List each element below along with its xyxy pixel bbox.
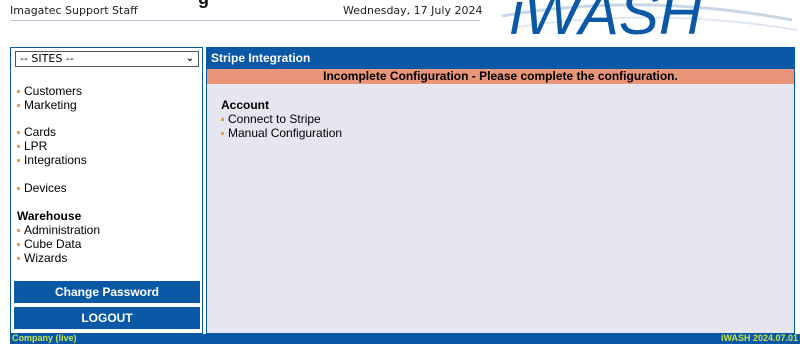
panel-title: Stripe Integration [207,48,794,69]
main-panel: Stripe Integration Incomplete Configurat… [206,47,795,334]
nav-group-warehouse: Warehouse Administration Cube Data Wizar… [17,209,100,265]
connect-to-stripe-link[interactable]: Connect to Stripe [221,112,342,126]
nav-group-customers: Customers Marketing [17,84,82,112]
bullet-icon [17,187,20,191]
logo-text: iWASH [510,0,703,40]
bullet-icon [221,132,224,136]
current-date: Wednesday, 17 July 2024 [343,4,483,17]
sidebar-item-devices[interactable]: Devices [17,181,67,195]
sites-dropdown[interactable]: -- SITES -- ⌄ [15,51,199,67]
sidebar-item-cards[interactable]: Cards [17,125,87,139]
bullet-icon [17,90,20,94]
bullet-icon [17,229,20,233]
change-password-button[interactable]: Change Password [14,281,200,303]
bullet-icon [221,118,224,122]
nav-group-cards: Cards LPR Integrations [17,125,87,167]
nav-group-devices: Devices [17,181,67,195]
sites-dropdown-value: -- SITES -- [20,52,74,65]
logout-button[interactable]: LOGOUT [14,307,200,329]
sidebar-item-administration[interactable]: Administration [17,223,100,237]
header-divider [10,20,480,21]
page-header: g Imagatec Support Staff Wednesday, 17 J… [0,0,800,40]
sidebar-item-wizards[interactable]: Wizards [17,251,100,265]
account-section: Account Connect to Stripe Manual Configu… [221,98,342,140]
company-status: Company (live) [12,333,77,343]
sidebar-item-integrations[interactable]: Integrations [17,153,87,167]
bullet-icon [17,159,20,163]
app-version: iWASH 2024.07.01 [720,333,798,343]
sidebar-item-cube-data[interactable]: Cube Data [17,237,100,251]
user-role: Imagatec Support Staff [10,4,138,17]
bullet-icon [17,243,20,247]
account-heading: Account [221,98,269,112]
sidebar: -- SITES -- ⌄ Customers Marketing Cards … [10,47,203,334]
bullet-icon [17,257,20,261]
bullet-icon [17,131,20,135]
sidebar-heading-warehouse: Warehouse [17,209,82,223]
manual-configuration-link[interactable]: Manual Configuration [221,126,342,140]
bullet-icon [17,104,20,108]
bullet-icon [17,145,20,149]
page-title-fragment: g [198,0,209,9]
chevron-down-icon: ⌄ [185,53,194,64]
sidebar-item-lpr[interactable]: LPR [17,139,87,153]
iwash-logo: iWASH [501,0,798,40]
status-footer: Company (live) iWASH 2024.07.01 [10,333,800,344]
sidebar-item-customers[interactable]: Customers [17,84,82,98]
sidebar-item-marketing[interactable]: Marketing [17,98,82,112]
config-warning-banner: Incomplete Configuration - Please comple… [207,69,794,84]
